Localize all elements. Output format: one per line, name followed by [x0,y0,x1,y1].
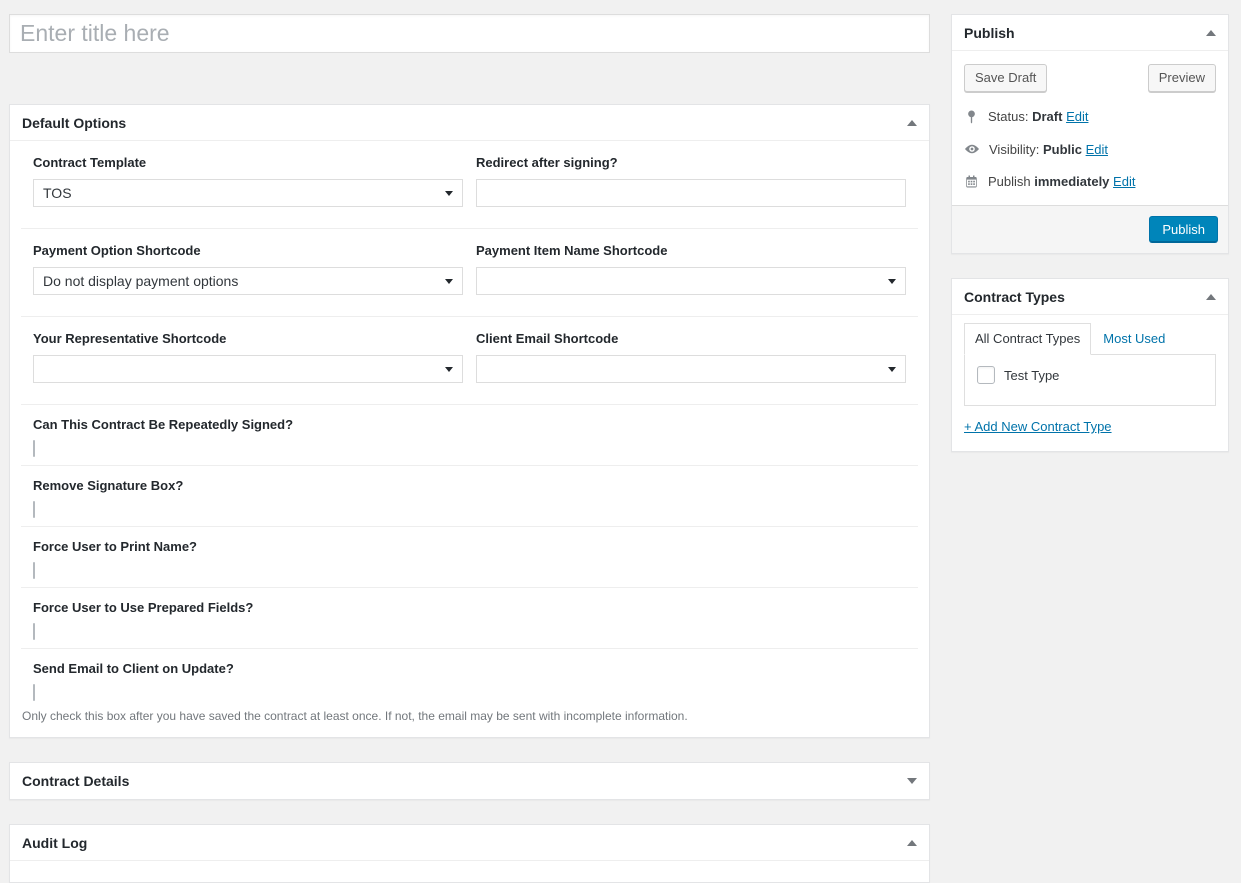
remove-signature-box-row: Remove Signature Box? [21,466,918,527]
force-prepared-fields-row: Force User to Use Prepared Fields? [21,588,918,649]
collapse-toggle-icon[interactable] [907,840,917,846]
dropdown-arrow-icon [888,279,896,284]
publish-header[interactable]: Publish [952,15,1228,51]
audit-log-metabox: Audit Log [9,824,930,883]
field-label: Force User to Print Name? [33,539,906,554]
contract-template-select[interactable]: TOS [33,179,463,207]
main-column: Default Options Contract Template TOS Re… [9,14,930,883]
send-email-on-update-checkbox[interactable] [33,684,35,701]
dropdown-arrow-icon [445,191,453,196]
send-email-help-text: Only check this box after you have saved… [21,700,918,737]
metabox-title: Default Options [22,116,126,130]
collapse-toggle-icon[interactable] [1206,294,1216,300]
contract-type-label: Test Type [1004,368,1059,383]
eye-icon [964,141,980,157]
tab-most-used[interactable]: Most Used [1091,324,1177,354]
payment-option-shortcode-select[interactable]: Do not display payment options [33,267,463,295]
field-label: Redirect after signing? [476,155,906,170]
repeatedly-signed-checkbox[interactable] [33,440,35,457]
contract-details-header[interactable]: Contract Details [10,763,929,799]
expand-toggle-icon[interactable] [907,778,917,784]
payment-option-shortcode-field: Payment Option Shortcode Do not display … [33,243,463,295]
field-row: Payment Option Shortcode Do not display … [21,229,918,317]
field-label: Contract Template [33,155,463,170]
redirect-after-signing-input[interactable] [476,179,906,207]
dropdown-arrow-icon [888,367,896,372]
contract-type-item: Test Type [977,366,1215,384]
minor-publishing-actions: Save Draft Preview [952,51,1228,101]
payment-item-name-shortcode-select[interactable] [476,267,906,295]
audit-log-header[interactable]: Audit Log [10,825,929,861]
dropdown-arrow-icon [445,367,453,372]
field-row: Contract Template TOS Redirect after sig… [21,141,918,229]
force-print-name-checkbox[interactable] [33,562,35,579]
edit-visibility-link[interactable]: Edit [1086,142,1108,157]
field-label: Client Email Shortcode [476,331,906,346]
calendar-icon [964,174,979,189]
status-text: Status: Draft Edit [988,109,1088,124]
remove-signature-box-checkbox[interactable] [33,501,35,518]
status-row: Status: Draft Edit [952,101,1228,133]
select-value: Do not display payment options [43,273,238,289]
metabox-title: Contract Types [964,290,1065,304]
schedule-text: Publish immediately Edit [988,174,1135,189]
tab-all-contract-types[interactable]: All Contract Types [964,323,1091,355]
your-representative-shortcode-select[interactable] [33,355,463,383]
field-label: Your Representative Shortcode [33,331,463,346]
field-label: Payment Option Shortcode [33,243,463,258]
publish-metabox: Publish Save Draft Preview Status: Draft… [951,14,1229,254]
metabox-title: Contract Details [22,774,129,788]
edit-schedule-link[interactable]: Edit [1113,174,1135,189]
preview-button[interactable]: Preview [1148,64,1216,92]
sidebar-column: Publish Save Draft Preview Status: Draft… [951,14,1229,452]
field-label: Send Email to Client on Update? [33,661,906,676]
client-email-shortcode-field: Client Email Shortcode [476,331,906,383]
force-print-name-row: Force User to Print Name? [21,527,918,588]
default-options-body: Contract Template TOS Redirect after sig… [10,141,929,737]
visibility-text: Visibility: Public Edit [989,142,1108,157]
contract-types-body: All Contract Types Most Used Test Type +… [952,323,1228,451]
edit-contract-page: Default Options Contract Template TOS Re… [0,0,1241,883]
your-representative-shortcode-field: Your Representative Shortcode [33,331,463,383]
redirect-after-signing-field: Redirect after signing? [476,155,906,207]
force-prepared-fields-checkbox[interactable] [33,623,35,640]
default-options-metabox: Default Options Contract Template TOS Re… [9,104,930,738]
collapse-toggle-icon[interactable] [1206,30,1216,36]
visibility-row: Visibility: Public Edit [952,133,1228,166]
test-type-checkbox[interactable] [977,366,995,384]
metabox-title: Publish [964,26,1015,40]
repeatedly-signed-row: Can This Contract Be Repeatedly Signed? [21,405,918,466]
contract-types-metabox: Contract Types All Contract Types Most U… [951,278,1229,452]
save-draft-button[interactable]: Save Draft [964,64,1047,92]
contract-types-header[interactable]: Contract Types [952,279,1228,315]
select-value: TOS [43,185,72,201]
contract-details-metabox: Contract Details [9,762,930,800]
contract-template-field: Contract Template TOS [33,155,463,207]
metabox-title: Audit Log [22,836,87,850]
contract-types-list-panel: Test Type [964,354,1216,406]
publish-button[interactable]: Publish [1149,216,1218,243]
collapse-toggle-icon[interactable] [907,120,917,126]
field-label: Remove Signature Box? [33,478,906,493]
post-title-input[interactable] [9,14,930,53]
field-row: Your Representative Shortcode Client Ema… [21,317,918,405]
major-publishing-actions: Publish [952,205,1228,253]
send-email-on-update-row: Send Email to Client on Update? [21,649,918,700]
field-label: Force User to Use Prepared Fields? [33,600,906,615]
field-label: Can This Contract Be Repeatedly Signed? [33,417,906,432]
payment-item-name-shortcode-field: Payment Item Name Shortcode [476,243,906,295]
dropdown-arrow-icon [445,279,453,284]
audit-log-body [10,861,929,882]
edit-status-link[interactable]: Edit [1066,109,1088,124]
client-email-shortcode-select[interactable] [476,355,906,383]
add-new-contract-type-link[interactable]: + Add New Contract Type [964,419,1112,434]
pin-icon [964,109,979,124]
contract-types-tabs: All Contract Types Most Used [964,323,1216,354]
field-label: Payment Item Name Shortcode [476,243,906,258]
default-options-header[interactable]: Default Options [10,105,929,141]
schedule-row: Publish immediately Edit [952,166,1228,198]
